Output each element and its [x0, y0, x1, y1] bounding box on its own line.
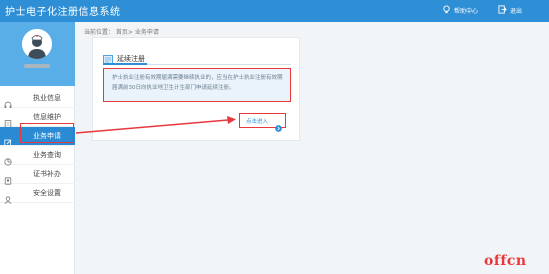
sidebar-item-business-application[interactable]: 业务申请 [0, 127, 75, 147]
sidebar: 执业信息 信息维护 业务申请 业务查询 证书补办 安全设置 [0, 22, 75, 274]
sidebar-item-label: 证书补办 [33, 170, 61, 178]
arrow-right-circle-icon [275, 117, 282, 132]
breadcrumb: 当前位置： 首页> 业务申请 [84, 29, 159, 36]
chart-icon [4, 151, 12, 166]
sidebar-item-label: 安全设置 [33, 189, 61, 197]
help-center-link[interactable]: 帮助中心 [442, 5, 478, 16]
edit-icon [4, 132, 12, 147]
notice-text: 护士执业注册有效期届满需要继续执业的，应当在护士执业注册有效期届满前30日向执业… [112, 75, 283, 91]
form-icon [103, 49, 113, 68]
sidebar-item-security-settings[interactable]: 安全设置 [0, 184, 75, 204]
sidebar-item-info-maintenance[interactable]: 信息维护 [0, 108, 75, 128]
app-title: 护士电子化注册信息系统 [5, 7, 121, 18]
username-redacted [24, 64, 50, 68]
watermark-logo: offcn [484, 253, 527, 269]
avatar[interactable] [22, 29, 52, 59]
card-header: 延续注册 [103, 49, 145, 68]
logout-link[interactable]: 退出 [498, 5, 522, 16]
logout-icon [498, 5, 507, 16]
enter-button-label: 点击进入 [246, 119, 269, 125]
sidebar-item-certificate-reissue[interactable]: 证书补办 [0, 165, 75, 185]
card-title: 延续注册 [117, 54, 145, 63]
user-profile [0, 22, 75, 86]
sidebar-item-business-query[interactable]: 业务查询 [0, 146, 75, 166]
sidebar-menu: 执业信息 信息维护 业务申请 业务查询 证书补办 安全设置 [0, 89, 75, 204]
title-underline [103, 63, 147, 65]
nurse-avatar-icon [22, 29, 52, 59]
document-icon [4, 113, 12, 128]
sidebar-item-label: 信息维护 [33, 113, 61, 121]
certificate-icon [4, 170, 12, 185]
sidebar-item-label: 执业信息 [33, 94, 61, 102]
sidebar-item-label: 业务申请 [33, 132, 61, 140]
sidebar-item-practice-info[interactable]: 执业信息 [0, 89, 75, 108]
lightbulb-icon [442, 5, 451, 16]
notice-box: 护士执业注册有效期届满需要继续执业的，应当在护士执业注册有效期届满前30日向执业… [103, 68, 291, 102]
enter-button[interactable]: 点击进入 [239, 113, 286, 132]
headset-icon [4, 94, 12, 108]
sidebar-item-label: 业务查询 [33, 151, 61, 159]
renewal-card: 延续注册 护士执业注册有效期届满需要继续执业的，应当在护士执业注册有效期届满前3… [92, 37, 300, 141]
help-center-label: 帮助中心 [454, 8, 479, 15]
logout-label: 退出 [510, 8, 523, 15]
user-icon [4, 189, 12, 204]
top-bar: 护士电子化注册信息系统 帮助中心 退出 [0, 0, 549, 22]
